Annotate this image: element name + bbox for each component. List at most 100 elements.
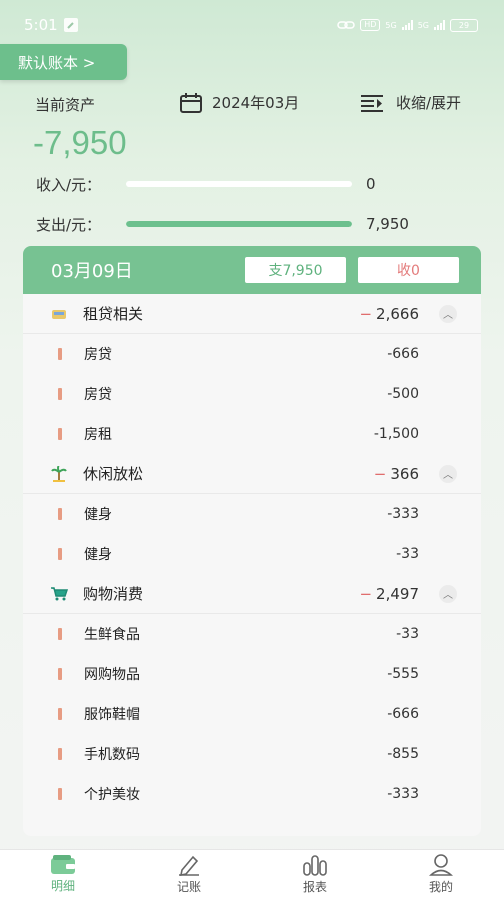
transaction-name: 房租 [84,427,112,443]
day-income-chip[interactable]: 收0 [358,257,459,283]
signal-label-2: 5G [417,20,429,30]
expense-progress-bar [126,221,352,227]
status-time: 5:01 [24,16,58,34]
transaction-row[interactable]: 房租 -1,500 [23,414,481,454]
tab-record[interactable]: 记账 [126,850,252,898]
day-card: 03月09日 支7,950 收0 租贷相关 −2,666 ︿ 房贷 -666 房贷 -500… [23,246,481,836]
transaction-row[interactable]: 手机数码 -855 [23,734,481,774]
transaction-amount: -1,500 [373,426,419,442]
item-marker [58,628,62,640]
transaction-row[interactable]: 健身 -333 [23,494,481,534]
transaction-row[interactable]: 健身 -33 [23,534,481,574]
tab-details[interactable]: 明细 [0,850,126,898]
bar-chart-icon [303,854,327,876]
collapse-expand-button[interactable]: 收缩/展开 [360,92,461,113]
chevron-up-icon[interactable]: ︿ [439,464,457,483]
item-marker [58,788,62,800]
battery-icon: 29 [450,18,478,32]
bottom-tab-bar: 明细 记账 报表 我的 [0,849,504,898]
category-amount: −2,666 [359,305,419,323]
transaction-name: 网购物品 [84,667,140,683]
account-book-button[interactable]: 默认账本 > [0,44,127,80]
item-marker [58,428,62,440]
current-asset-label: 当前资产 [35,96,96,114]
status-right: HD 5G 5G 29 [337,18,478,32]
category-list: 租贷相关 −2,666 ︿ 房贷 -666 房贷 -500 房租 -1,500 休闲放松 −366 ︿… [23,294,481,814]
item-marker [58,748,62,760]
hd-badge: HD [360,19,381,31]
day-date: 03月09日 [51,261,133,282]
transaction-amount: -33 [396,546,419,562]
transaction-amount: -555 [387,666,419,682]
asset-value: -7,950 [33,124,127,161]
category-amount: −2,497 [359,585,419,603]
transaction-name: 个护美妆 [84,787,140,803]
transaction-name: 手机数码 [84,747,140,763]
item-marker [58,348,62,360]
chevron-up-icon[interactable]: ︿ [439,304,457,323]
category-row[interactable]: 购物消费 −2,497 ︿ [23,574,481,614]
minus-icon: − [359,584,373,603]
transaction-row[interactable]: 服饰鞋帽 -666 [23,694,481,734]
transaction-amount: -33 [396,626,419,642]
transaction-name: 房贷 [84,347,112,363]
list-collapse-icon [361,94,383,112]
transaction-amount: -666 [387,706,419,722]
tab-details-label: 明细 [50,878,75,893]
category-row[interactable]: 休闲放松 −366 ︿ [23,454,481,494]
income-summary: 收入/元： 0 [36,172,476,196]
signal-label-1: 5G [385,20,397,30]
pen-icon [179,855,199,876]
transaction-row[interactable]: 个护美妆 -333 [23,774,481,814]
month-selector[interactable]: 2024年03月 [180,92,299,113]
signal-icon-2 [434,20,445,30]
category-name: 购物消费 [83,585,144,603]
item-marker [58,388,62,400]
transaction-name: 房贷 [84,387,112,403]
chevron-up-icon[interactable]: ︿ [439,584,457,603]
income-value: 0 [366,175,376,193]
income-progress-bar [126,181,352,187]
calendar-icon [180,92,202,113]
tab-mine[interactable]: 我的 [378,850,504,898]
expense-label: 支出/元： [36,215,102,234]
transaction-row[interactable]: 房贷 -500 [23,374,481,414]
status-left: 5:01 [24,16,78,34]
category-amount-value: 2,666 [376,304,419,323]
category-amount-value: 366 [390,464,419,483]
transaction-amount: -500 [387,386,419,402]
transaction-row[interactable]: 生鲜食品 -33 [23,614,481,654]
expense-summary: 支出/元： 7,950 [36,212,476,236]
expense-progress-fill [126,221,352,227]
status-bar: 5:01 HD 5G 5G 29 [0,0,504,50]
transaction-name: 健身 [84,547,112,563]
wallet-icon [51,854,75,874]
tab-reports[interactable]: 报表 [252,850,378,898]
category-row[interactable]: 租贷相关 −2,666 ︿ [23,294,481,334]
day-header: 03月09日 支7,950 收0 [23,246,481,294]
house-loan-icon [49,304,69,324]
user-icon [429,853,453,876]
transaction-amount: -855 [387,746,419,762]
tab-mine-label: 我的 [428,879,453,894]
category-amount-value: 2,497 [376,584,419,603]
palm-tree-icon [49,464,69,484]
item-marker [58,668,62,680]
tab-reports-label: 报表 [302,879,327,894]
tab-record-label: 记账 [176,879,201,894]
category-name: 租贷相关 [83,305,144,323]
category-amount: −366 [374,465,419,483]
expense-value: 7,950 [366,215,409,233]
minus-icon: − [359,304,373,323]
transaction-row[interactable]: 房贷 -666 [23,334,481,374]
transaction-row[interactable]: 网购物品 -555 [23,654,481,694]
signal-icon [401,20,413,30]
minus-icon: − [373,464,387,483]
item-marker [58,508,62,520]
day-expense-chip[interactable]: 支7,950 [245,257,346,283]
transaction-name: 服饰鞋帽 [84,707,140,723]
transaction-amount: -333 [387,506,419,522]
collapse-expand-label: 收缩/展开 [396,94,462,112]
item-marker [58,548,62,560]
income-label: 收入/元： [36,175,102,194]
